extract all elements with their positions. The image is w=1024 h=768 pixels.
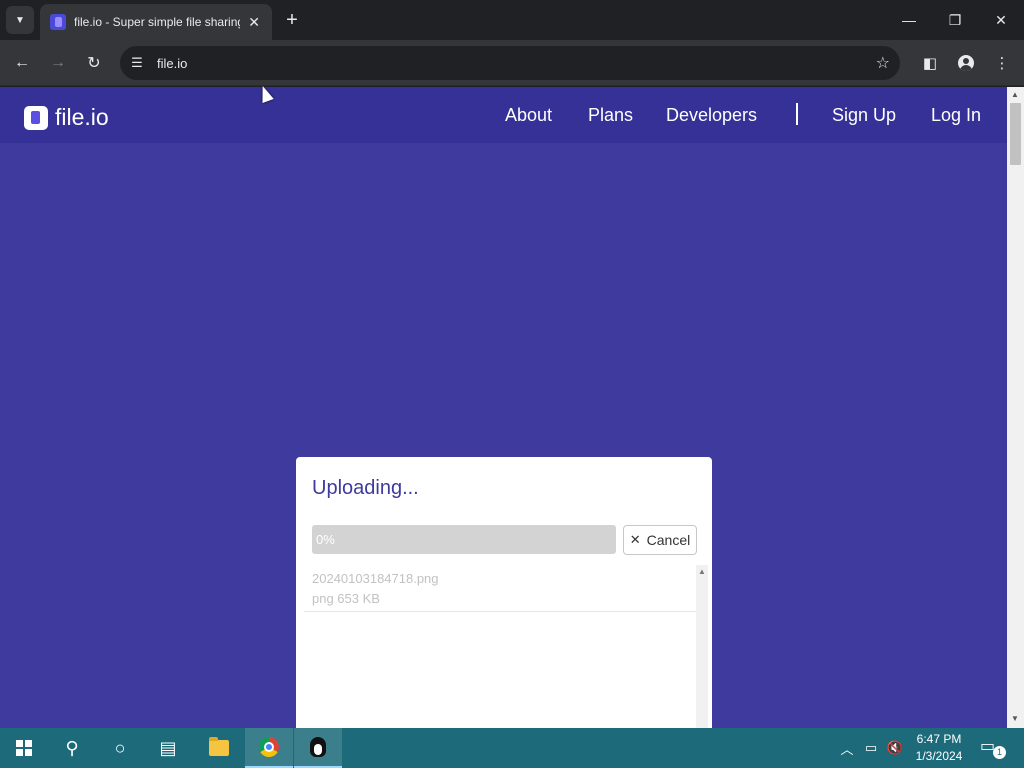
taskbar: ⚲ ○ ▤ ︿ ▭ 🔇 6:47 PM 1/3/2024 ▭ 1 xyxy=(0,728,1024,768)
windows-logo-icon xyxy=(16,740,32,756)
upload-progress-text: 0% xyxy=(316,532,335,547)
task-view-icon[interactable]: ▤ xyxy=(144,728,192,768)
penguin-app-icon[interactable] xyxy=(294,728,342,768)
notification-center-icon[interactable]: ▭ 1 xyxy=(980,736,1006,760)
address-bar[interactable]: ☰ file.io ☆ xyxy=(120,46,900,80)
site-header: file.io About Plans Developers Sign Up L… xyxy=(0,87,1007,143)
file-io-favicon-icon xyxy=(50,14,66,30)
page-scrollbar[interactable]: ▲ ▼ xyxy=(1007,87,1024,728)
menu-kebab-icon[interactable]: ⋮ xyxy=(988,49,1016,77)
close-icon: ✕ xyxy=(629,532,641,547)
cancel-button[interactable]: ✕ Cancel xyxy=(623,525,697,555)
volume-muted-icon[interactable]: 🔇 xyxy=(884,728,906,768)
upload-progress-bar: 0% xyxy=(312,525,616,554)
profile-button[interactable] xyxy=(952,49,980,77)
logo-text: file.io xyxy=(55,104,109,130)
file-name: 20240103184718.png xyxy=(312,571,439,586)
tab-close-icon[interactable]: ✕ xyxy=(246,14,262,31)
minimize-button[interactable]: — xyxy=(886,0,932,40)
restore-button[interactable]: ❐ xyxy=(932,0,978,40)
file-meta: png 653 KB xyxy=(312,591,380,606)
scroll-up-arrow-icon[interactable]: ▲ xyxy=(1011,90,1019,99)
side-panel-icon[interactable]: ◧ xyxy=(916,49,944,77)
nav-log-in[interactable]: Log In xyxy=(931,105,981,126)
file-list-scrollbar[interactable]: ▲ xyxy=(696,565,708,728)
notification-badge: 1 xyxy=(993,746,1006,759)
penguin-icon xyxy=(310,737,326,757)
system-clock[interactable]: 6:47 PM 1/3/2024 xyxy=(906,731,972,765)
browser-toolbar: ← → ↻ ☰ file.io ☆ ◧ ⋮ xyxy=(0,40,1024,86)
show-hidden-icons-chevron-icon[interactable]: ︿ xyxy=(838,728,856,768)
site-info-icon[interactable]: ☰ xyxy=(120,46,154,80)
tab-search-button[interactable]: ▼ xyxy=(6,6,34,34)
folder-icon xyxy=(209,737,229,756)
bookmark-star-icon[interactable]: ☆ xyxy=(876,53,890,73)
upload-file-list: 20240103184718.png png 653 KB ▲ xyxy=(304,565,708,728)
back-button[interactable]: ← xyxy=(8,49,36,77)
upload-dialog: Uploading... 0% ✕ Cancel 20240103184718.… xyxy=(296,457,712,728)
cortana-icon[interactable]: ○ xyxy=(96,728,144,768)
scroll-up-arrow-icon[interactable]: ▲ xyxy=(698,567,706,576)
file-explorer-icon[interactable] xyxy=(195,728,243,768)
browser-tab-strip: ▼ file.io - Super simple file sharing ✕ … xyxy=(0,0,1024,40)
upload-heading: Uploading... xyxy=(312,477,419,499)
browser-tab[interactable]: file.io - Super simple file sharing ✕ xyxy=(40,4,272,40)
nav-about[interactable]: About xyxy=(505,105,552,126)
new-tab-button[interactable]: + xyxy=(280,8,304,32)
chrome-icon xyxy=(259,737,279,757)
list-item: 20240103184718.png png 653 KB xyxy=(304,565,696,612)
start-button[interactable] xyxy=(0,728,48,768)
close-window-button[interactable]: ✕ xyxy=(978,0,1024,40)
reload-button[interactable]: ↻ xyxy=(80,49,108,77)
network-icon[interactable]: ▭ xyxy=(860,728,882,768)
nav-divider xyxy=(796,103,798,125)
nav-plans[interactable]: Plans xyxy=(588,105,633,126)
search-icon[interactable]: ⚲ xyxy=(48,728,96,768)
scrollbar-thumb[interactable] xyxy=(1010,103,1021,165)
forward-button[interactable]: → xyxy=(44,49,72,77)
file-io-logo-icon xyxy=(24,105,48,130)
clock-date: 1/3/2024 xyxy=(915,749,963,763)
nav-developers[interactable]: Developers xyxy=(666,105,757,126)
page-content: file.io About Plans Developers Sign Up L… xyxy=(0,87,1007,728)
address-url[interactable]: file.io xyxy=(157,56,187,71)
chrome-taskbar-icon[interactable] xyxy=(245,728,293,768)
clock-time: 6:47 PM xyxy=(916,732,962,746)
tab-title: file.io - Super simple file sharing xyxy=(74,15,241,29)
site-logo[interactable]: file.io xyxy=(24,104,109,131)
scroll-down-arrow-icon[interactable]: ▼ xyxy=(1011,714,1019,723)
profile-avatar-icon xyxy=(958,55,974,71)
cancel-label: Cancel xyxy=(646,532,691,548)
nav-sign-up[interactable]: Sign Up xyxy=(832,105,896,126)
